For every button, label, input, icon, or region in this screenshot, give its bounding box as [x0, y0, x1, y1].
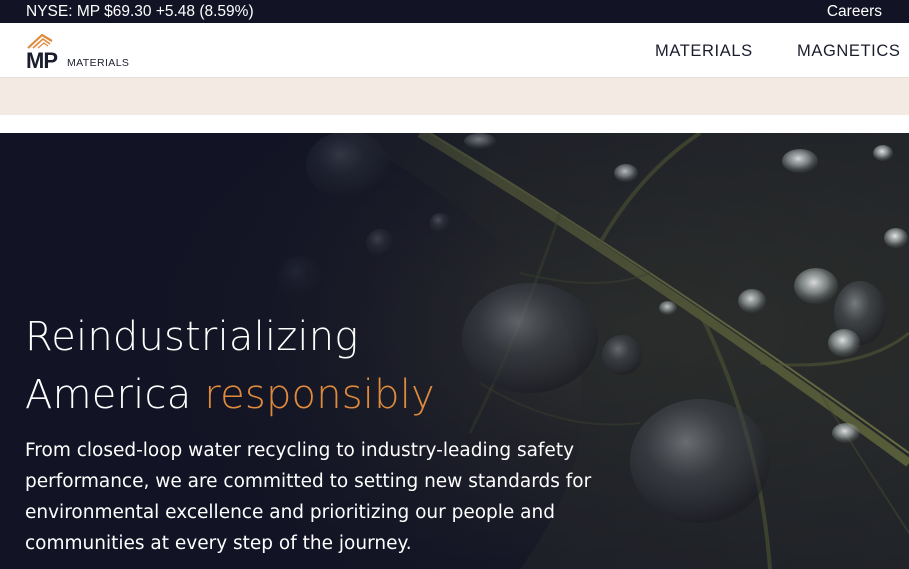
hero-title-prefix: America	[25, 372, 205, 418]
section-spacer	[0, 115, 909, 133]
hero-description-line: communities at every step of the journey…	[25, 533, 412, 554]
hero-section: Reindustrializing America responsibly Fr…	[0, 133, 909, 569]
hero-title-accent: responsibly	[204, 372, 435, 418]
nav-magnetics[interactable]: MAGNETICS	[797, 41, 901, 61]
hero-title-line-2: America responsibly	[25, 366, 625, 424]
logo-mark-text: MP	[26, 48, 58, 73]
hero-description-line: From closed-loop water recycling to indu…	[25, 440, 575, 461]
careers-link[interactable]: Careers	[827, 0, 882, 23]
hero-description-line: environmental excellence and prioritizin…	[25, 502, 555, 523]
beige-banner-strip	[0, 78, 909, 115]
mountain-logo-icon	[27, 33, 53, 49]
nav-materials[interactable]: MATERIALS	[655, 41, 753, 61]
main-header: MP MATERIALS MATERIALS MAGNETICS	[0, 23, 909, 78]
logo-wordmark: MATERIALS	[67, 57, 130, 69]
mp-materials-logo[interactable]: MP MATERIALS	[26, 31, 156, 73]
stock-ticker: NYSE: MP $69.30 +5.48 (8.59%)	[26, 3, 254, 20]
hero-title-line-1: Reindustrializing	[25, 314, 359, 360]
top-bar: NYSE: MP $69.30 +5.48 (8.59%) Careers	[0, 0, 909, 23]
hero-title: Reindustrializing America responsibly	[25, 308, 625, 424]
hero-description: From closed-loop water recycling to indu…	[25, 435, 665, 559]
hero-description-line: performance, we are committed to setting…	[25, 471, 592, 492]
